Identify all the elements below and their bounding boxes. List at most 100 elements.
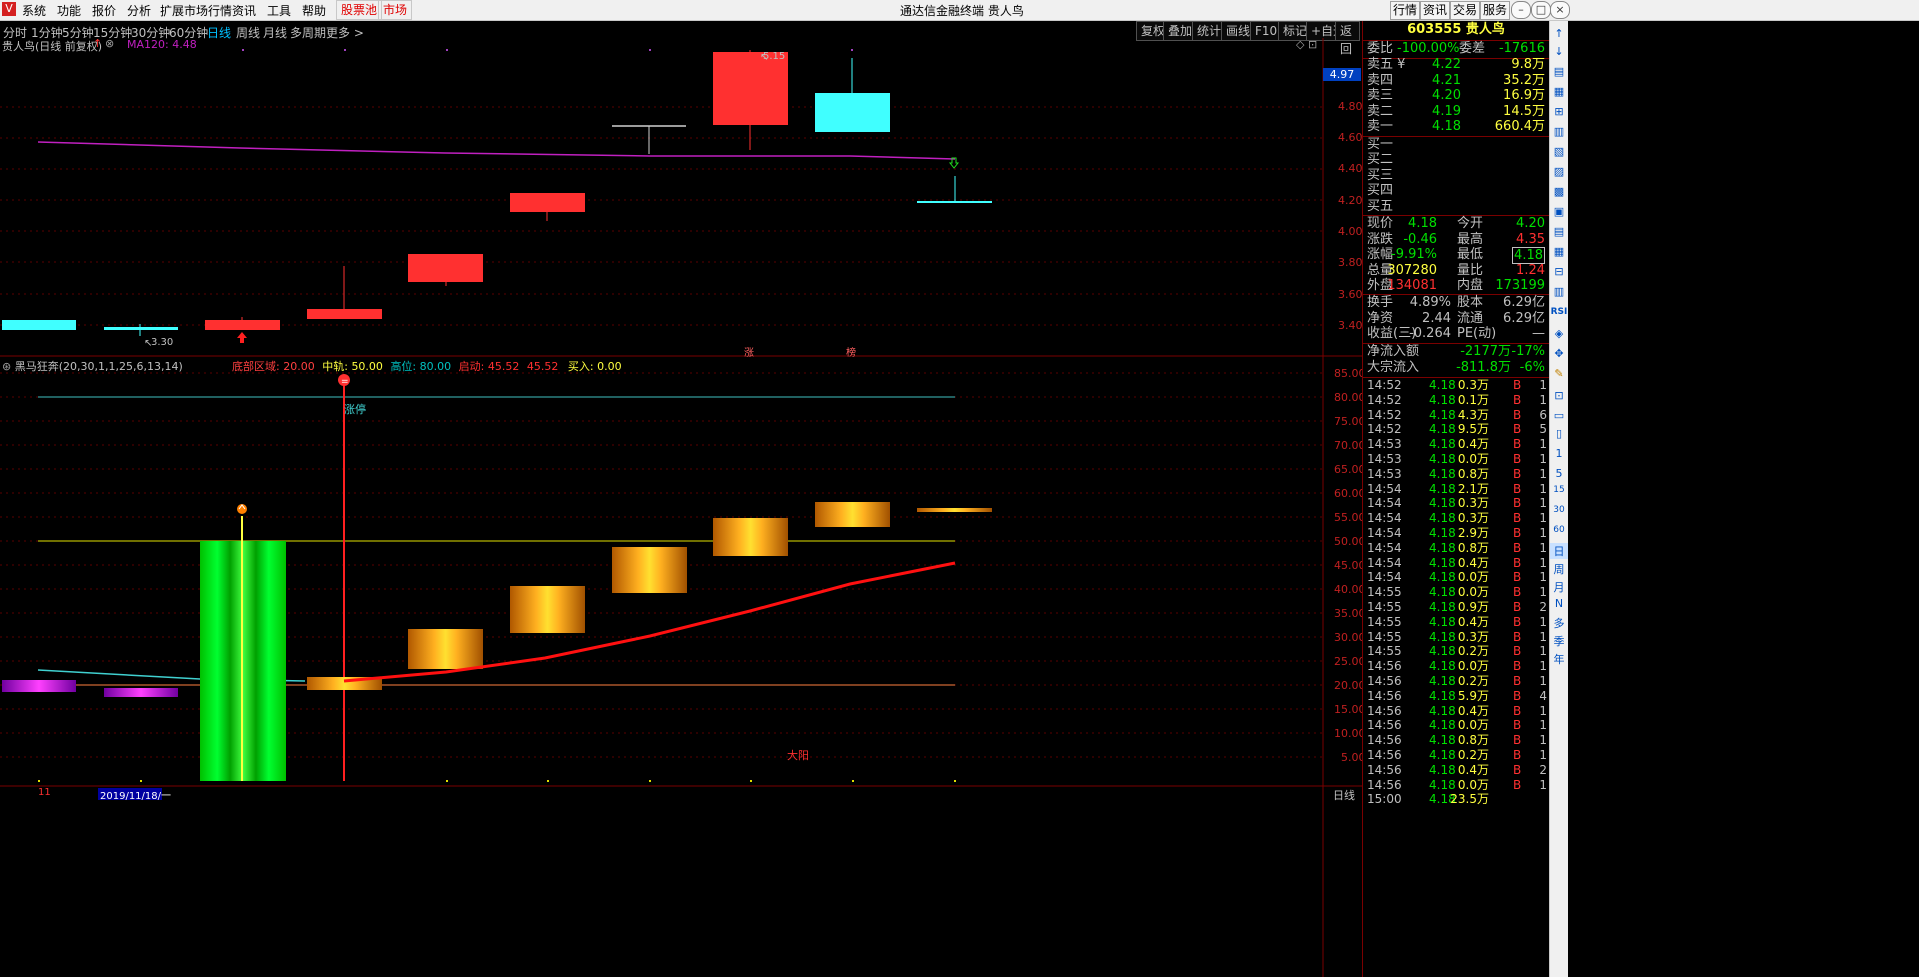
indicator-settings-icon[interactable]: ⊛: [2, 360, 11, 373]
tick-side: B: [1513, 526, 1522, 540]
tick-side: B: [1513, 585, 1522, 600]
menu-quote[interactable]: 报价: [92, 2, 116, 19]
buy-label: 买一: [1367, 137, 1394, 152]
tick-volume: 0.3万: [1457, 511, 1489, 526]
top-button-quote[interactable]: 行情: [1390, 1, 1420, 20]
tick-row: 14:56 4.18 0.8万 B 1: [1367, 733, 1547, 748]
tick-time: 14:54: [1367, 526, 1402, 540]
sidebar-period-5[interactable]: 5: [1550, 467, 1568, 480]
sell-row[interactable]: 卖四 4.21 35.2万: [1367, 73, 1547, 88]
sidebar-period-30[interactable]: 30: [1550, 505, 1568, 515]
chart-area[interactable]: ↖ ↖ =: [0, 38, 1362, 977]
sidebar-move-icon[interactable]: ✥: [1550, 347, 1568, 360]
tick-count: 1: [1539, 718, 1547, 733]
sidebar-period-month[interactable]: 月: [1550, 579, 1568, 595]
stat-value: 4.18: [1512, 247, 1545, 264]
buy-row[interactable]: 买三: [1367, 168, 1547, 183]
sidebar-tool-icon[interactable]: ▥: [1550, 125, 1568, 138]
tick-side: B: [1513, 688, 1522, 703]
close-icon[interactable]: ×: [1550, 1, 1570, 19]
menu-analysis[interactable]: 分析: [127, 2, 151, 19]
y-tick: 65.00: [1334, 463, 1366, 476]
sidebar-tool-icon[interactable]: ▥: [1550, 285, 1568, 298]
top-button-service[interactable]: 服务: [1480, 1, 1510, 20]
sell-row[interactable]: 卖一 4.18 660.4万: [1367, 119, 1547, 134]
tick-side: B: [1513, 733, 1522, 748]
sidebar-tool-icon[interactable]: ▦: [1550, 85, 1568, 98]
sidebar-tool-icon[interactable]: ▭: [1550, 409, 1568, 422]
tick-volume: 0.8万: [1457, 733, 1489, 748]
y-tick: 55.00: [1334, 511, 1366, 524]
menu-help[interactable]: 帮助: [302, 2, 326, 19]
top-button-trade[interactable]: 交易: [1450, 1, 1480, 20]
sidebar-period-60[interactable]: 60: [1550, 525, 1568, 535]
tick-row: 14:53 4.18 0.4万 B 1: [1367, 437, 1547, 452]
sidebar-period-1[interactable]: 1: [1550, 447, 1568, 460]
tick-time: 14:56: [1367, 777, 1402, 792]
menu-info[interactable]: 资讯: [232, 2, 256, 19]
top-button-info[interactable]: 资讯: [1420, 1, 1450, 20]
stat-label: 涨跌: [1367, 232, 1394, 247]
tick-price: 4.18: [1429, 703, 1456, 718]
sidebar-tool-icon[interactable]: ▤: [1550, 225, 1568, 238]
price-grid: [0, 106, 1323, 326]
sidebar-tool-icon[interactable]: ▦: [1550, 245, 1568, 258]
menu-market[interactable]: 市场: [378, 0, 413, 20]
tick-list[interactable]: 14:52 4.18 0.3万 B 1 14:52 4.18 0.1万 B 1 14:52 4.18 4…: [1363, 378, 1549, 977]
sell-row[interactable]: 卖二 4.19 14.5万: [1367, 104, 1547, 119]
tick-volume: 0.4万: [1457, 762, 1489, 777]
sidebar-tool-icon[interactable]: ▨: [1550, 165, 1568, 178]
menu-tools[interactable]: 工具: [267, 2, 291, 19]
menu-system[interactable]: 系统: [22, 2, 46, 19]
side-toolbar: ↑ ↓ ▤ ▦ ⊞ ▥ ▧ ▨ ▩ ▣ ▤ ▦ ⊟ ▥ RSI ◈ ✥ ✎ ⊡ …: [1549, 21, 1568, 977]
tick-volume: 0.9万: [1457, 600, 1489, 614]
tick-price: 4.18: [1429, 659, 1456, 674]
menu-extended-market[interactable]: 扩展市场行情: [160, 2, 232, 19]
sidebar-tool-icon[interactable]: ▣: [1550, 205, 1568, 218]
menu-function[interactable]: 功能: [57, 2, 81, 19]
buy-row[interactable]: 买二: [1367, 152, 1547, 167]
sidebar-period-15[interactable]: 15: [1550, 485, 1568, 495]
tick-time: 14:52: [1367, 392, 1402, 407]
tick-volume: 0.0万: [1457, 570, 1489, 585]
sidebar-tool-icon[interactable]: ▧: [1550, 145, 1568, 158]
sidebar-tool-icon[interactable]: ▯: [1550, 427, 1568, 440]
tick-row: 14:54 4.18 0.3万 B 1: [1367, 511, 1547, 526]
sidebar-tool-icon[interactable]: ◈: [1550, 327, 1568, 340]
sidebar-tool-icon[interactable]: ▩: [1550, 185, 1568, 198]
sidebar-tool-icon[interactable]: ⊞: [1550, 105, 1568, 118]
sidebar-tool-icon[interactable]: ⊡: [1550, 389, 1568, 402]
sell-row[interactable]: 卖五 ¥ 4.22 9.8万: [1367, 57, 1547, 72]
sidebar-pencil-icon[interactable]: ✎: [1550, 367, 1568, 380]
tick-time: 14:55: [1367, 585, 1402, 600]
buy-row[interactable]: 买五: [1367, 199, 1547, 214]
sell-row[interactable]: 卖三 4.20 16.9万: [1367, 88, 1547, 103]
tick-time: 14:52: [1367, 378, 1402, 392]
y-tick: 3.40: [1338, 319, 1363, 332]
menu-stock-pool[interactable]: 股票池: [336, 0, 383, 20]
sidebar-period-year[interactable]: 年: [1550, 651, 1568, 667]
sidebar-tool-icon[interactable]: ▤: [1550, 65, 1568, 78]
maximize-icon[interactable]: □: [1531, 1, 1551, 19]
sidebar-up-icon[interactable]: ↑: [1550, 27, 1568, 40]
sidebar-down-icon[interactable]: ↓: [1550, 45, 1568, 58]
sidebar-rsi-icon[interactable]: RSI: [1550, 307, 1568, 317]
buy-row[interactable]: 买一: [1367, 137, 1547, 152]
stat-value: 4.35: [1516, 232, 1545, 247]
stat-value: 6.29亿: [1503, 295, 1545, 310]
chart-corner-icon[interactable]: ◇ ⊡: [1296, 38, 1317, 51]
tick-count: 1: [1539, 392, 1547, 407]
settings-icon[interactable]: ⊗: [105, 37, 114, 50]
limit-marker-1: 涨: [744, 348, 754, 359]
sidebar-tool-icon[interactable]: ⊟: [1550, 265, 1568, 278]
weicha-label: 委差: [1459, 41, 1486, 56]
sidebar-period-week[interactable]: 周: [1550, 561, 1568, 577]
buy-row[interactable]: 买四: [1367, 183, 1547, 198]
sidebar-period-multi[interactable]: 多: [1550, 615, 1568, 631]
sidebar-period-day[interactable]: 日: [1550, 543, 1568, 559]
sidebar-period-n[interactable]: N: [1550, 597, 1568, 610]
tick-time: 14:54: [1367, 555, 1402, 570]
minimize-icon[interactable]: –: [1511, 1, 1531, 19]
sidebar-period-quarter[interactable]: 季: [1550, 633, 1568, 649]
indicator-field-value: 0.00: [597, 360, 622, 373]
